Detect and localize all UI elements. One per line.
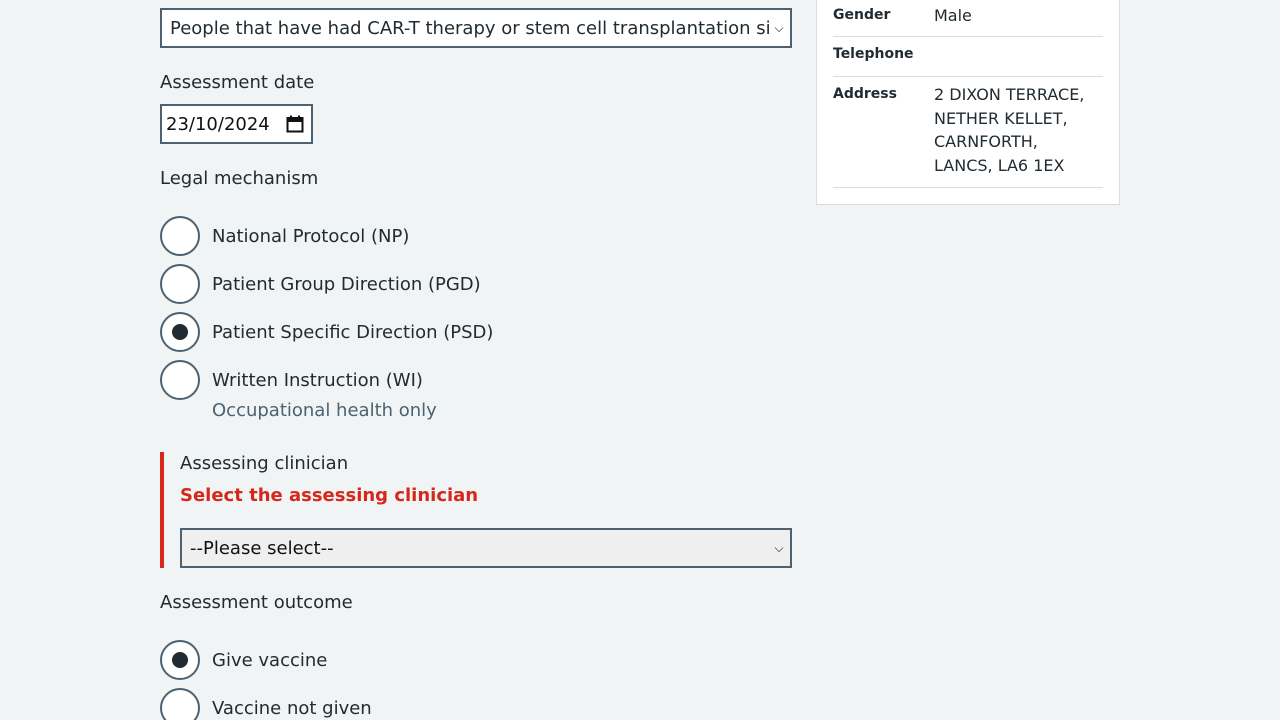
radio-np-label[interactable]: National Protocol (NP) (212, 226, 409, 247)
radio-option-pgd[interactable]: Patient Group Direction (PGD) (160, 264, 481, 304)
patient-row-value: 2 DIXON TERRACE, NETHER KELLET, CARNFORT… (934, 83, 1084, 177)
radio-psd[interactable] (160, 312, 200, 352)
chevron-down-icon: ⌵ (774, 20, 784, 35)
assessing-clinician-select-value: --Please select-- (190, 537, 334, 559)
radio-np[interactable] (160, 216, 200, 256)
radio-wi-hint: Occupational health only (212, 400, 437, 421)
address-line: CARNFORTH, (934, 132, 1038, 151)
chevron-down-icon: ⌵ (774, 540, 784, 555)
address-line: NETHER KELLET, (934, 108, 1068, 128)
eligibility-select[interactable]: People that have had CAR-T therapy or st… (160, 8, 792, 48)
assessing-clinician-label: Assessing clinician (180, 453, 349, 474)
assessing-clinician-group: Assessing clinician Select the assessing… (160, 452, 792, 568)
legal-mechanism-label: Legal mechanism (160, 168, 319, 189)
radio-wi-label[interactable]: Written Instruction (WI) (212, 370, 423, 391)
patient-row-telephone: Telephone (833, 37, 1103, 77)
assessment-date-input[interactable]: 23/10/2024 (160, 104, 313, 144)
patient-row-gender: Gender Male (833, 0, 1103, 37)
radio-wi[interactable] (160, 360, 200, 400)
radio-give-vaccine[interactable] (160, 640, 200, 680)
radio-pgd[interactable] (160, 264, 200, 304)
radio-option-psd[interactable]: Patient Specific Direction (PSD) (160, 312, 493, 352)
radio-option-give-vaccine[interactable]: Give vaccine (160, 640, 327, 680)
radio-option-np[interactable]: National Protocol (NP) (160, 216, 409, 256)
patient-details-card: Gender Male Telephone Address 2 DIXON TE… (816, 0, 1120, 205)
address-line: LANCS, LA6 1EX (934, 155, 1065, 175)
assessment-date-label: Assessment date (160, 72, 315, 93)
assessment-outcome-label: Assessment outcome (160, 592, 353, 613)
radio-option-vaccine-not-given[interactable]: Vaccine not given (160, 688, 372, 720)
assessment-date-value: 23/10/2024 (166, 113, 270, 135)
assessing-clinician-error: Select the assessing clinician (180, 485, 479, 506)
radio-vaccine-not-given[interactable] (160, 688, 200, 720)
patient-row-address: Address 2 DIXON TERRACE, NETHER KELLET, … (833, 77, 1103, 188)
patient-row-value: Male (934, 6, 972, 25)
radio-vaccine-not-given-label[interactable]: Vaccine not given (212, 698, 372, 719)
assessing-clinician-select[interactable]: --Please select-- ⌵ (180, 528, 792, 568)
address-line: 2 DIXON TERRACE, (934, 85, 1085, 104)
patient-row-key: Gender (833, 7, 891, 23)
patient-row-key: Telephone (833, 46, 914, 62)
calendar-icon[interactable] (286, 115, 304, 133)
eligibility-select-value: People that have had CAR-T therapy or st… (170, 17, 772, 39)
patient-row-key: Address (833, 86, 897, 102)
radio-give-vaccine-label[interactable]: Give vaccine (212, 650, 327, 671)
radio-option-wi[interactable]: Written Instruction (WI) (160, 360, 423, 400)
radio-pgd-label[interactable]: Patient Group Direction (PGD) (212, 274, 481, 295)
radio-psd-label[interactable]: Patient Specific Direction (PSD) (212, 322, 493, 343)
